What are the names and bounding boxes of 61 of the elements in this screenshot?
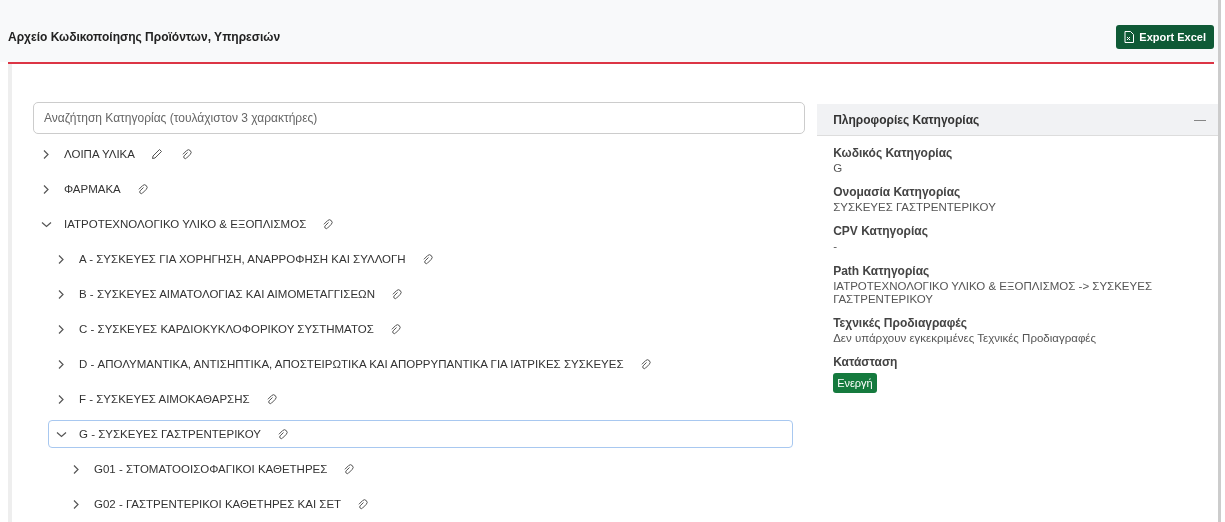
- tree-node[interactable]: C - ΣΥΣΚΕΥΕΣ ΚΑΡΔΙΟΚΥΚΛΟΦΟΡΙΚΟΥ ΣΥΣΤΗΜΑΤΟΣ: [48, 315, 420, 343]
- link-icon[interactable]: [421, 253, 433, 265]
- field-label: Τεχνικές Προδιαγραφές: [833, 316, 968, 331]
- tree-node[interactable]: G02 - ΓΑΣΤΡΕΝΤΕΡΙΚΟΙ ΚΑΘΕΤΗΡΕΣ ΚΑΙ ΣΕΤ: [63, 490, 388, 518]
- chevron-right-icon[interactable]: [56, 393, 67, 405]
- collapse-button[interactable]: —: [1194, 112, 1206, 127]
- field-value: ΣΥΣΚΕΥΕΣ ΓΑΣΤΡΕΝΤΕΡΙΚΟΥ: [833, 201, 997, 215]
- export-button[interactable]: Export Excel: [1116, 25, 1214, 49]
- field-label: Ονομασία Κατηγορίας: [833, 185, 962, 200]
- link-icon[interactable]: [180, 148, 192, 160]
- tree-node[interactable]: ΙΑΤΡΟΤΕΧΝΟΛΟΓΙΚΟ ΥΛΙΚΟ & ΕΞΟΠΛΙΣΜΟΣ: [33, 210, 353, 238]
- field-label: Κατάσταση: [833, 355, 899, 370]
- node-label: G01 - ΣΤΟΜΑΤΟΟΙΣΟΦΑΓΙΚΟΙ ΚΑΘΕΤΗΡΕΣ: [94, 463, 328, 475]
- link-icon[interactable]: [343, 463, 355, 475]
- tree-node[interactable]: G01 - ΣΤΟΜΑΤΟΟΙΣΟΦΑΓΙΚΟΙ ΚΑΘΕΤΗΡΕΣ: [63, 455, 374, 483]
- node-label: B - ΣΥΣΚΕΥΕΣ ΑΙΜΑΤΟΛΟΓΙΑΣ ΚΑΙ ΑΙΜΟΜΕΤΑΓΓΙΣΕΩΝ: [79, 288, 375, 300]
- field-label: CPV Κατηγορίας: [833, 224, 929, 239]
- status-badge: Ενεργή: [833, 373, 877, 394]
- tree-node[interactable]: A - ΣΥΣΚΕΥΕΣ ΓΙΑ ΧΟΡΗΓΗΣΗ, ΑΝΑΡΡΟΦΗΣΗ ΚΑΙ ΣΥΛΛΟΓΗ: [48, 245, 452, 273]
- link-icon[interactable]: [276, 428, 288, 440]
- link-icon[interactable]: [136, 183, 148, 195]
- tree-node[interactable]: D - ΑΠΟΛΥΜΑΝΤΙΚΑ, ΑΝΤΙΣΗΠΤΙΚΑ, ΑΠΟΣΤΕΙΡΩΤΙΚΑ ΚΑΙ ΑΠΟΡΡΥΠΑΝΤΙΚΑ ΓΙΑ ΙΑΤΡΙΚΕΣ ΣΥΣΚΕΥΕΣ: [48, 350, 670, 378]
- chevron-right-icon[interactable]: [71, 498, 82, 510]
- node-label: ΛΟΙΠΑ ΥΛΙΚΑ: [64, 148, 135, 160]
- link-icon[interactable]: [389, 323, 401, 335]
- chevron-right-icon[interactable]: [71, 463, 82, 475]
- tree-node[interactable]: ΛΟΙΠΑ ΥΛΙΚΑ: [33, 140, 211, 168]
- link-icon[interactable]: [357, 498, 369, 510]
- node-label: ΙΑΤΡΟΤΕΧΝΟΛΟΓΙΚΟ ΥΛΙΚΟ & ΕΞΟΠΛΙΣΜΟΣ: [64, 218, 307, 230]
- link-icon[interactable]: [639, 358, 651, 370]
- field-value: Δεν υπάρχουν εγκεκριμένες Τεχνικές Προδιαγραφές: [833, 332, 1097, 346]
- card-title: Πληροφορίες Κατηγορίας: [833, 112, 980, 127]
- node-label: A - ΣΥΣΚΕΥΕΣ ΓΙΑ ΧΟΡΗΓΗΣΗ, ΑΝΑΡΡΟΦΗΣΗ ΚΑΙ ΣΥΛΛΟΓΗ: [79, 253, 406, 265]
- file-icon: [1124, 31, 1135, 43]
- chevron-right-icon[interactable]: [41, 183, 52, 195]
- node-label: D - ΑΠΟΛΥΜΑΝΤΙΚΑ, ΑΝΤΙΣΗΠΤΙΚΑ, ΑΠΟΣΤΕΙΡΩΤΙΚΑ ΚΑΙ ΑΠΟΡΡΥΠΑΝΤΙΚΑ ΓΙΑ ΙΑΤΡΙΚΕΣ ΣΥΣΚΕΥΕΣ: [79, 358, 624, 370]
- node-label: G - ΣΥΣΚΕΥΕΣ ΓΑΣΤΡΕΝΤΕΡΙΚΟΥ: [79, 428, 261, 440]
- link-icon[interactable]: [322, 218, 334, 230]
- node-label: ΦΑΡΜΑΚΑ: [64, 183, 121, 195]
- tree-node[interactable]: B - ΣΥΣΚΕΥΕΣ ΑΙΜΑΤΟΛΟΓΙΑΣ ΚΑΙ ΑΙΜΟΜΕΤΑΓΓΙΣΕΩΝ: [48, 280, 421, 308]
- field-label: Κωδικός Κατηγορίας: [833, 146, 954, 160]
- node-label: G02 - ΓΑΣΤΡΕΝΤΕΡΙΚΟΙ ΚΑΘΕΤΗΡΕΣ ΚΑΙ ΣΕΤ: [94, 498, 342, 510]
- field-label: Path Κατηγορίας: [833, 263, 931, 278]
- page-title: Αρχείο Κωδικοποίησης Προϊόντων, Υπηρεσιών: [8, 30, 281, 44]
- tree-node[interactable]: ΦΑΡΜΑΚΑ: [33, 175, 167, 203]
- link-icon[interactable]: [390, 288, 402, 300]
- field-value: -: [833, 240, 838, 254]
- link-icon[interactable]: [265, 393, 277, 405]
- pencil-icon[interactable]: [150, 148, 163, 160]
- search-field[interactable]: Αναζήτηση Κατηγορίας (τουλάχιστον 3 χαρακτήρες): [33, 102, 805, 134]
- chevron-right-icon[interactable]: [56, 323, 67, 335]
- field-value: ΙΑΤΡΟΤΕΧΝΟΛΟΓΙΚΟ ΥΛΙΚΟ & ΕΞΟΠΛΙΣΜΟΣ -> ΣΥΣΚΕΥΕΣ ΓΑΣΤΡΕΝΤΕΡΙΚΟΥ: [833, 279, 1153, 307]
- node-label: F - ΣΥΣΚΕΥΕΣ ΑΙΜΟΚΑΘΑΡΣΗΣ: [79, 393, 250, 405]
- tree-node[interactable]: G - ΣΥΣΚΕΥΕΣ ΓΑΣΤΡΕΝΤΕΡΙΚΟΥ: [48, 420, 793, 448]
- chevron-right-icon[interactable]: [41, 148, 52, 160]
- chevron-right-icon[interactable]: [56, 288, 67, 300]
- field-value: G: [833, 162, 844, 176]
- chevron-right-icon[interactable]: [56, 358, 67, 370]
- node-label: C - ΣΥΣΚΕΥΕΣ ΚΑΡΔΙΟΚΥΚΛΟΦΟΡΙΚΟΥ ΣΥΣΤΗΜΑΤΟΣ: [79, 323, 374, 335]
- tree-node[interactable]: F - ΣΥΣΚΕΥΕΣ ΑΙΜΟΚΑΘΑΡΣΗΣ: [48, 385, 296, 413]
- chevron-right-icon[interactable]: [56, 253, 67, 265]
